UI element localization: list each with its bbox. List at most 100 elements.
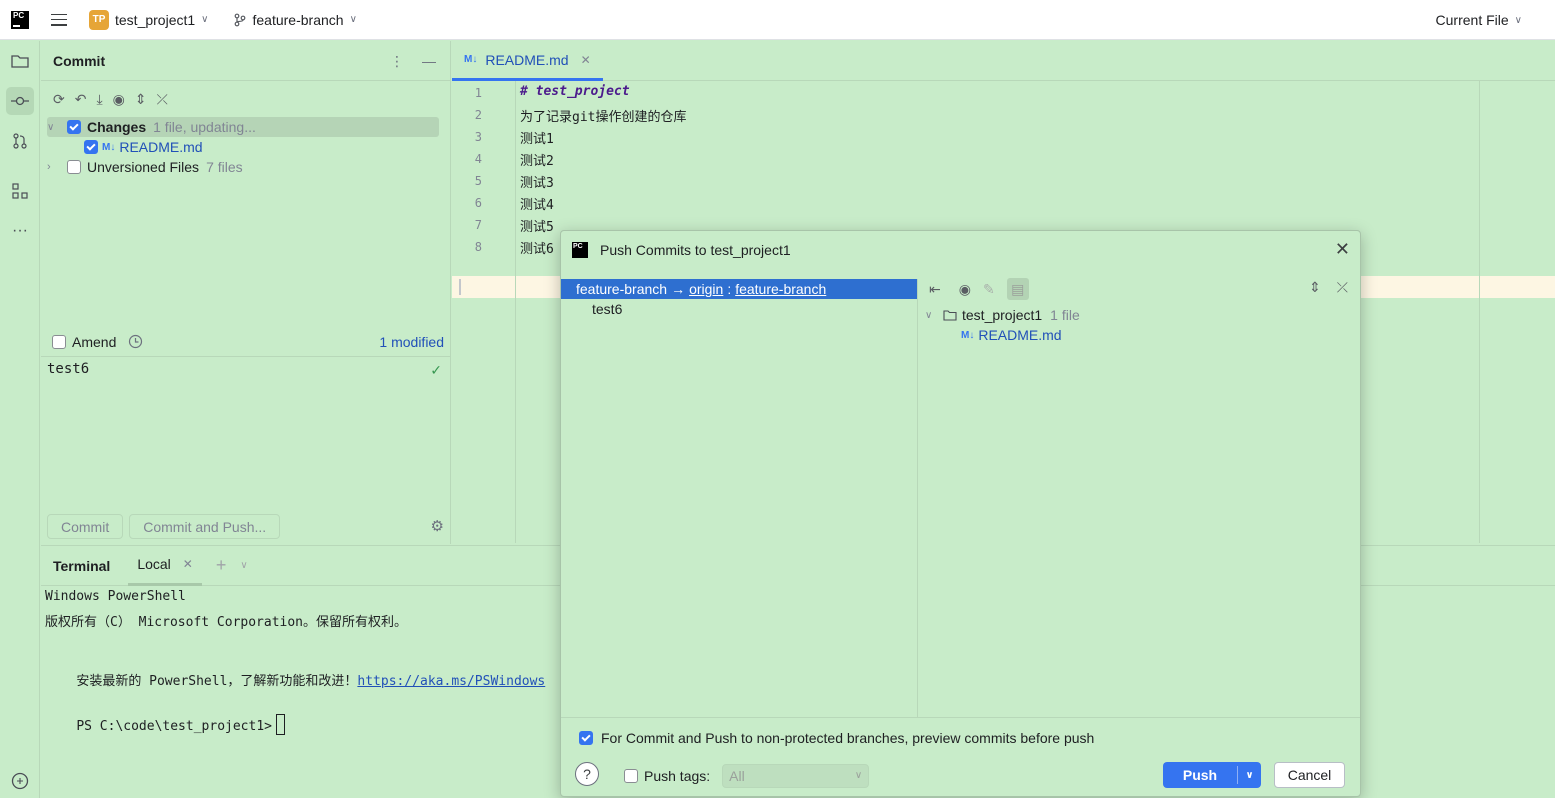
repo-file-count: 1 file — [1050, 307, 1080, 323]
main-menu-icon[interactable] — [51, 13, 67, 26]
commit-icon[interactable] — [6, 87, 34, 115]
chevron-down-icon[interactable]: ∨ — [47, 122, 61, 133]
gear-icon[interactable]: ⚙ — [431, 517, 444, 535]
chevron-down-icon: ∨ — [854, 770, 863, 781]
push-tags-select[interactable]: All ∨ — [722, 764, 870, 788]
target-branch-link[interactable]: feature-branch — [735, 281, 826, 297]
cancel-button[interactable]: Cancel — [1274, 762, 1345, 788]
repo-node[interactable]: ∨ test_project1 1 file — [919, 305, 1080, 325]
preview-checkbox[interactable] — [579, 731, 593, 745]
push-button[interactable]: Push ∨ — [1163, 762, 1261, 788]
terminal-line: Windows PowerShell — [45, 589, 186, 604]
commit-button[interactable]: Commit — [47, 514, 124, 539]
dialog-footer: For Commit and Push to non-protected bra… — [561, 717, 1360, 797]
push-tags-label: Push tags: — [644, 768, 711, 784]
push-button-label: Push — [1182, 767, 1218, 783]
collapse-all-icon[interactable]: ⤫ — [1337, 279, 1348, 296]
remote-link[interactable]: origin — [689, 281, 723, 297]
push-tags-checkbox[interactable] — [624, 769, 638, 783]
options-kebab-icon[interactable]: ⋮ — [390, 53, 404, 70]
view-options-icon[interactable]: ▤ — [1006, 278, 1029, 300]
terminal-line: 安装最新的 PowerShell，了解新功能和改进！https://aka.ms… — [45, 655, 545, 704]
edit-pencil-icon[interactable]: ✎ — [983, 281, 995, 298]
rollback-icon[interactable]: ↶ — [75, 91, 87, 108]
commit-message-input[interactable]: test6 — [47, 361, 89, 377]
help-icon[interactable]: ? — [575, 762, 599, 786]
markdown-file-icon: M↓ — [464, 54, 478, 65]
amend-label[interactable]: Amend — [72, 334, 116, 350]
code-line: 测试5 — [520, 220, 554, 235]
chevron-down-icon[interactable]: ∨ — [240, 560, 247, 571]
changed-file-row[interactable]: M↓ README.md — [84, 137, 450, 157]
push-options-dropdown-icon[interactable]: ∨ — [1238, 770, 1261, 781]
download-icon[interactable]: ⤓ — [96, 91, 102, 108]
git-branch-icon — [234, 13, 245, 26]
terminal-line: 版权所有（C） Microsoft Corporation。保留所有权利。 — [45, 615, 408, 630]
collapse-all-icon[interactable]: ⤫ — [157, 91, 168, 108]
line-number: 3 — [474, 130, 482, 144]
structure-icon[interactable] — [6, 177, 34, 205]
terminal-prompt[interactable]: PS C:\code\test_project1> — [45, 699, 285, 750]
unversioned-group-row[interactable]: › Unversioned Files 7 files — [47, 157, 450, 177]
commit-entry[interactable]: test6 — [561, 299, 917, 319]
prompt-text: PS C:\code\test_project1> — [76, 719, 272, 734]
push-tags-row: Push tags: All ∨ — [624, 764, 870, 788]
python-console-icon[interactable] — [6, 767, 34, 795]
run-config-label: Current File — [1435, 12, 1509, 28]
show-diff-eye-icon[interactable]: ◉ — [959, 281, 971, 298]
hide-panel-icon[interactable]: — — [422, 53, 436, 70]
show-diff-eye-icon[interactable]: ◉ — [113, 91, 125, 108]
chevron-down-icon[interactable]: ∨ — [925, 310, 939, 321]
project-folder-icon[interactable] — [6, 47, 34, 75]
commit-panel-title: Commit — [53, 52, 106, 69]
history-clock-icon[interactable] — [128, 334, 143, 349]
new-terminal-icon[interactable]: + — [216, 555, 227, 576]
push-target-row[interactable]: feature-branch → origin : feature-branch — [561, 279, 917, 299]
compare-arrows-icon[interactable]: ⇤ — [929, 281, 941, 298]
file-name: README.md — [978, 327, 1062, 343]
pull-requests-icon[interactable] — [6, 127, 34, 155]
branch-selector[interactable]: feature-branch ∨ — [233, 12, 357, 28]
project-selector[interactable]: TP test_project1 ∨ — [89, 9, 209, 30]
tab-readme[interactable]: M↓ README.md ✕ — [452, 41, 603, 81]
commit-toolbar: ⟳ ↶ ⤓ ◉ ⇕ ⤫ — [41, 81, 450, 117]
commit-panel-header: Commit ⋮ — — [41, 41, 450, 81]
chevron-right-icon[interactable]: › — [47, 161, 61, 173]
preview-option-row[interactable]: For Commit and Push to non-protected bra… — [579, 730, 1094, 746]
chevron-down-icon: ∨ — [349, 14, 357, 25]
expand-all-icon[interactable]: ⇕ — [135, 91, 147, 108]
amend-checkbox[interactable] — [52, 334, 66, 349]
file-node[interactable]: M↓ README.md — [919, 325, 1080, 345]
refresh-icon[interactable]: ⟳ — [53, 91, 65, 108]
push-commits-dialog: PC Push Commits to test_project1 ✕ featu… — [560, 230, 1361, 797]
close-tab-icon[interactable]: ✕ — [183, 557, 193, 571]
close-icon[interactable]: ✕ — [1335, 239, 1350, 260]
check-icon: ✓ — [430, 362, 442, 378]
changes-checkbox[interactable] — [67, 120, 81, 134]
run-config-selector[interactable]: Current File ∨ — [1436, 12, 1522, 28]
unversioned-count: 7 files — [206, 159, 243, 175]
line-number: 8 — [474, 240, 482, 254]
powershell-link[interactable]: https://aka.ms/PSWindows — [357, 674, 545, 689]
push-branches-tree: feature-branch → origin : feature-branch… — [561, 279, 918, 717]
line-number: 6 — [474, 196, 482, 210]
changes-group-row[interactable]: ∨ Changes 1 file, updating... — [47, 117, 439, 137]
dialog-title-bar: PC Push Commits to test_project1 ✕ — [561, 231, 1360, 269]
code-line: 测试1 — [520, 132, 554, 147]
more-tools-icon[interactable]: ··· — [6, 217, 34, 245]
dialog-title: Push Commits to test_project1 — [600, 242, 791, 258]
arrow-right-icon: → — [671, 281, 686, 297]
tool-window-strip: ··· — [0, 41, 40, 798]
source-branch: feature-branch — [576, 281, 668, 297]
expand-all-icon[interactable]: ⇕ — [1309, 279, 1321, 296]
modified-count-link[interactable]: 1 modified — [379, 334, 444, 350]
tab-local[interactable]: Local ✕ — [128, 546, 202, 586]
line-number: 7 — [474, 218, 482, 232]
project-avatar: TP — [89, 9, 109, 30]
commit-and-push-button[interactable]: Commit and Push... — [129, 514, 281, 539]
file-checkbox[interactable] — [84, 140, 98, 154]
close-tab-icon[interactable]: ✕ — [581, 53, 591, 67]
branch-name: feature-branch — [252, 11, 344, 28]
markdown-file-icon: M↓ — [102, 141, 116, 153]
unversioned-checkbox[interactable] — [67, 160, 81, 174]
